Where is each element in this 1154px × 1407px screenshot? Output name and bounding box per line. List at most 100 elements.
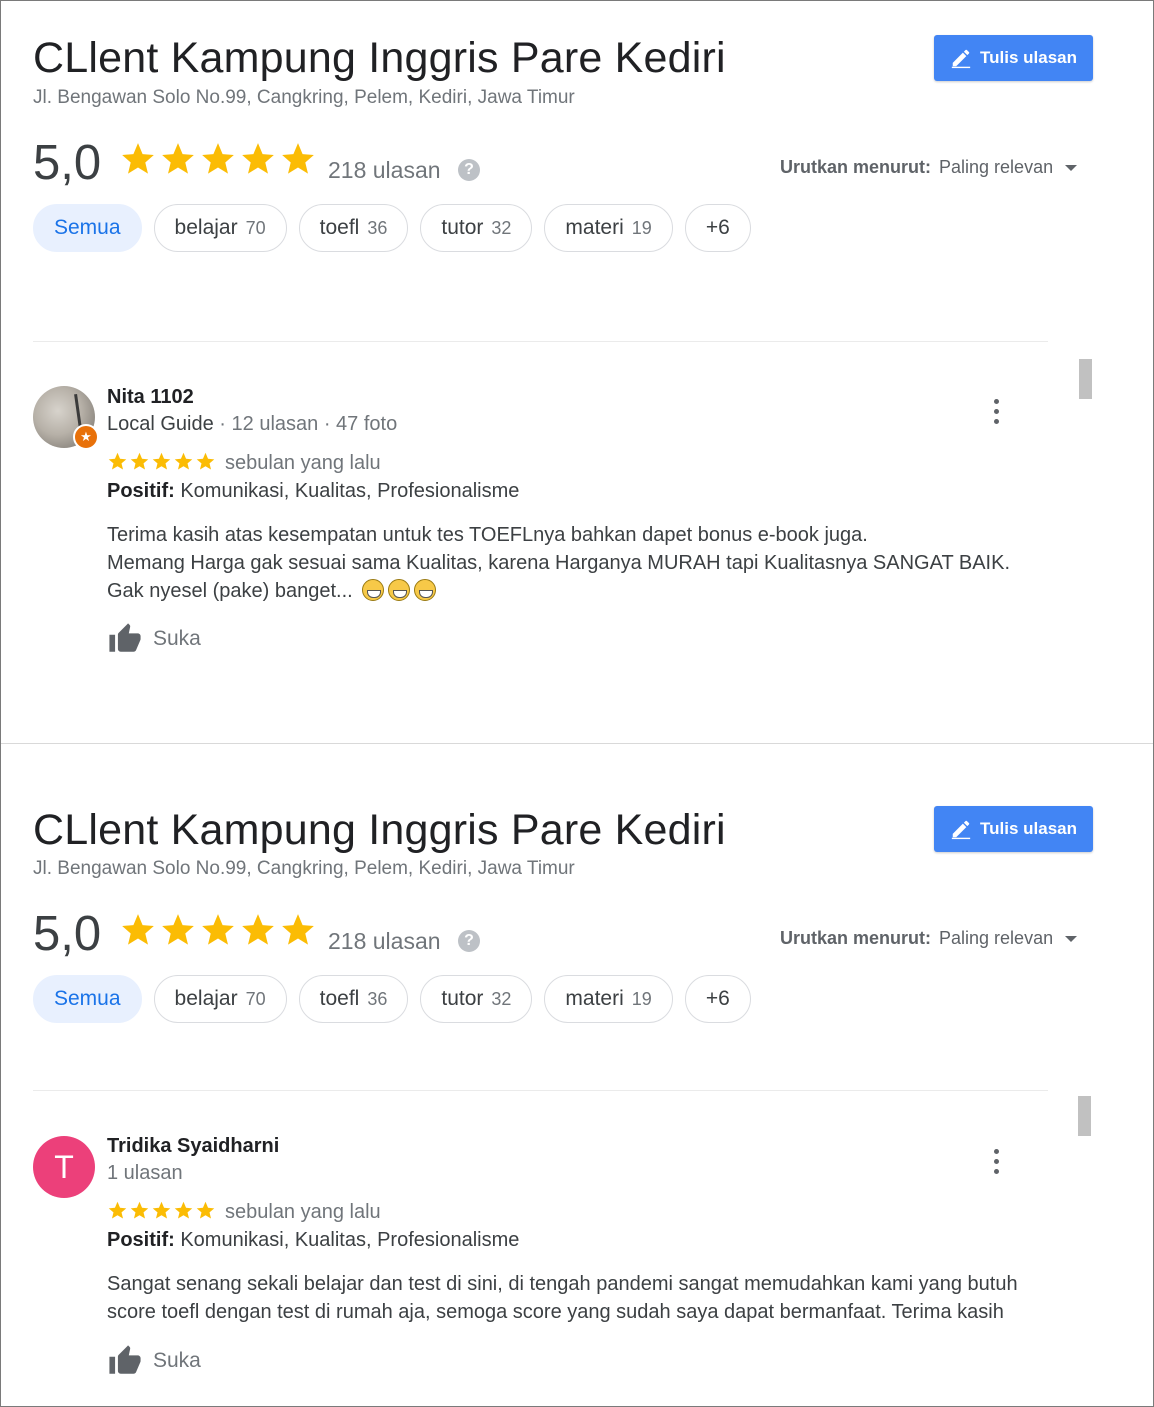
section-divider	[33, 341, 1048, 342]
reviewer-meta: Local Guide · 12 ulasan · 47 foto	[107, 413, 397, 436]
chip-label: materi	[565, 987, 624, 1010]
chip-count: 36	[367, 988, 388, 1009]
positif-value: Komunikasi, Kualitas, Profesionalisme	[174, 480, 520, 502]
star-icon	[108, 1201, 127, 1219]
star-icon	[162, 914, 194, 945]
chevron-down-icon	[1065, 164, 1078, 171]
sort-dropdown[interactable]: Urutkan menurut: Paling relevan	[780, 928, 1078, 949]
filter-chip[interactable]: Semua	[33, 975, 142, 1023]
star-icon	[242, 143, 274, 174]
reviewer-name[interactable]: Tridika Syaidharni	[107, 1135, 279, 1158]
grinning-emoji-icon	[362, 579, 385, 601]
write-review-button[interactable]: Tulis ulasan	[934, 35, 1093, 81]
star-icon	[122, 914, 154, 945]
grinning-emoji-icon	[388, 579, 411, 601]
chip-label: +6	[705, 987, 730, 1010]
chip-count: 70	[245, 988, 266, 1009]
filter-chip[interactable]: +6	[684, 204, 751, 252]
like-button[interactable]: Suka	[107, 622, 201, 656]
local-guide-label: Local Guide	[107, 413, 214, 435]
place-title: CLlent Kampung Inggris Pare Kediri	[33, 806, 726, 854]
star-icon	[130, 1201, 149, 1219]
place-address: Jl. Bengawan Solo No.99, Cangkring, Pele…	[33, 858, 575, 879]
avatar[interactable]: ★	[33, 386, 99, 450]
sort-value: Paling relevan	[939, 928, 1054, 948]
star-icon	[196, 452, 215, 470]
write-review-button[interactable]: Tulis ulasan	[934, 806, 1093, 852]
chip-label: tutor	[441, 987, 484, 1010]
chip-label: Semua	[54, 987, 121, 1010]
chip-label: belajar	[174, 987, 238, 1010]
like-label: Suka	[153, 627, 201, 650]
review-line: Sangat senang sekali belajar dan test di…	[107, 1273, 1018, 1295]
average-rating: 5,0	[33, 136, 102, 190]
filter-chip[interactable]: +6	[684, 975, 751, 1023]
scrollbar-thumb[interactable]	[1079, 359, 1092, 399]
write-review-label: Tulis ulasan	[980, 819, 1077, 838]
star-icon	[174, 452, 193, 470]
review-positives: Positif: Komunikasi, Kualitas, Profesion…	[107, 480, 519, 503]
help-icon[interactable]: ?	[458, 159, 480, 181]
more-options-icon[interactable]	[986, 1146, 1006, 1176]
sort-label: Urutkan menurut:	[780, 928, 932, 948]
more-options-icon[interactable]	[986, 396, 1006, 426]
review-text: Terima kasih atas kesempatan untuk tes T…	[107, 521, 1067, 605]
chip-label: toefl	[319, 216, 360, 239]
review-line: score toefl dengan test di rumah aja, se…	[107, 1301, 1004, 1323]
chip-count: 32	[491, 217, 512, 238]
avatar[interactable]: T	[33, 1136, 95, 1198]
filter-chip[interactable]: belajar 70	[153, 975, 287, 1023]
chip-label: toefl	[319, 987, 360, 1010]
sort-value: Paling relevan	[939, 157, 1054, 177]
star-icon	[282, 143, 314, 174]
review-line: Terima kasih atas kesempatan untuk tes T…	[107, 524, 868, 546]
topic-chips: Semua belajar 70 toefl 36 tutor 32 materi 19 +6	[33, 975, 751, 1023]
chip-label: +6	[705, 216, 730, 239]
thumbs-up-icon	[109, 623, 141, 652]
positif-label: Positif:	[107, 480, 175, 502]
filter-chip[interactable]: toefl 36	[298, 975, 409, 1023]
chip-count: 70	[245, 217, 266, 238]
chip-label: Semua	[54, 216, 121, 239]
filter-chip[interactable]: tutor 32	[420, 204, 533, 252]
chip-count: 32	[491, 988, 512, 1009]
star-icon	[152, 1201, 171, 1219]
star-icon	[282, 914, 314, 945]
chip-label: tutor	[441, 216, 484, 239]
star-icon	[162, 143, 194, 174]
chevron-down-icon	[1065, 935, 1078, 942]
filter-chip[interactable]: materi 19	[544, 204, 673, 252]
review-text: Sangat senang sekali belajar dan test di…	[107, 1270, 1107, 1326]
filter-chip[interactable]: toefl 36	[298, 204, 409, 252]
average-stars	[119, 140, 317, 178]
star-icon	[196, 1201, 215, 1219]
star-icon	[202, 914, 234, 945]
scrollbar-thumb[interactable]	[1078, 1096, 1091, 1136]
positif-value: Komunikasi, Kualitas, Profesionalisme	[174, 1229, 520, 1251]
sort-dropdown[interactable]: Urutkan menurut: Paling relevan	[780, 157, 1078, 178]
chip-count: 19	[631, 988, 652, 1009]
star-icon	[174, 1201, 193, 1219]
pencil-icon	[951, 820, 971, 840]
filter-chip[interactable]: Semua	[33, 204, 142, 252]
review-positives: Positif: Komunikasi, Kualitas, Profesion…	[107, 1229, 519, 1252]
review-count: 218 ulasan	[328, 157, 441, 183]
chip-count: 36	[367, 217, 388, 238]
filter-chip[interactable]: belajar 70	[153, 204, 287, 252]
filter-chip[interactable]: tutor 32	[420, 975, 533, 1023]
star-icon	[242, 914, 274, 945]
chip-label: belajar	[174, 216, 238, 239]
review-count: 218 ulasan	[328, 928, 441, 954]
reviewer-name[interactable]: Nita 1102	[107, 386, 194, 409]
positif-label: Positif:	[107, 1229, 175, 1251]
reviews-panel-2: CLlent Kampung Inggris Pare Kediri Jl. B…	[1, 743, 1153, 1406]
like-button[interactable]: Suka	[107, 1344, 201, 1378]
review-stars	[107, 1200, 216, 1221]
review-time: sebulan yang lalu	[225, 1201, 381, 1223]
review-line: Memang Harga gak sesuai sama Kualitas, k…	[107, 552, 1011, 574]
review-line: Gak nyesel (pake) banget...	[107, 580, 353, 602]
filter-chip[interactable]: materi 19	[544, 975, 673, 1023]
topic-chips: Semua belajar 70 toefl 36 tutor 32 materi 19 +6	[33, 204, 751, 252]
help-icon[interactable]: ?	[458, 930, 480, 952]
thumbs-up-icon	[109, 1345, 141, 1374]
